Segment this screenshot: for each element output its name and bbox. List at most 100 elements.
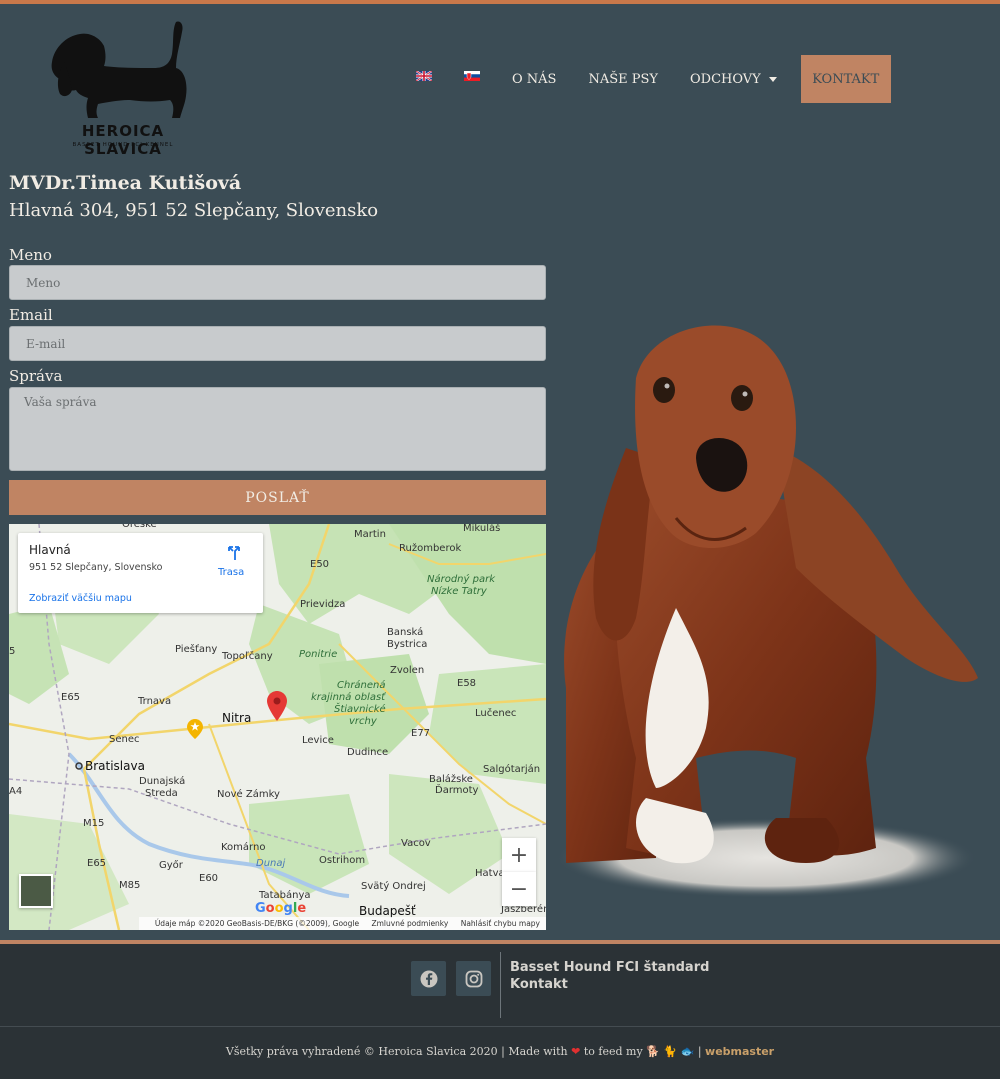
submit-button[interactable]: POSLAŤ xyxy=(9,480,546,515)
copyright-separator: | xyxy=(697,1045,702,1058)
map-place: Hatva xyxy=(475,868,505,879)
map-place: Banská xyxy=(387,627,424,638)
webmaster-link[interactable]: webmaster xyxy=(705,1045,774,1058)
nav-item-o-nas[interactable]: O NÁS xyxy=(496,72,572,87)
footer-divider xyxy=(500,952,501,1018)
map-place: Prievidza xyxy=(300,599,346,610)
star-pin-icon xyxy=(187,719,203,739)
fci-standard-link[interactable]: Basset Hound FCI štandard xyxy=(510,960,709,975)
email-label: Email xyxy=(9,306,53,324)
basset-silhouette-icon xyxy=(51,21,187,118)
logo-wordmark: HEROICA SLAVICA xyxy=(81,122,165,158)
map-card-title: Hlavná xyxy=(29,543,71,557)
copyright-text: Všetky práva vyhradené © Heroica Slavica… xyxy=(0,1045,1000,1058)
dog-icon: 🐕 xyxy=(646,1045,660,1058)
email-input[interactable] xyxy=(9,326,546,361)
google-map[interactable]: Orešké Martin Mikuláš Ružomberok Národný… xyxy=(9,524,546,930)
google-logo: Google xyxy=(255,901,307,916)
directions-icon[interactable] xyxy=(226,545,242,561)
site-logo[interactable]: HEROICA SLAVICA BASSET HOUND FCI KENNEL xyxy=(48,18,198,158)
basset-hound-photo xyxy=(556,325,978,898)
map-report-link[interactable]: Nahlásiť chybu mapy xyxy=(461,919,540,928)
cat-icon: 🐈 xyxy=(663,1045,678,1058)
facebook-button[interactable] xyxy=(411,961,446,996)
nav-item-odchovy[interactable]: ODCHOVY xyxy=(674,72,793,87)
map-place: Národný park xyxy=(427,574,495,585)
map-place: Nízke Tatry xyxy=(431,586,487,597)
footer-contact-link[interactable]: Kontakt xyxy=(510,977,568,992)
main-nav: O NÁS NAŠE PSY ODCHOVY KONTAKT xyxy=(400,55,891,103)
map-place: Svätý Ondrej xyxy=(361,881,426,892)
map-place: E50 xyxy=(310,559,330,570)
map-place: Dunaj xyxy=(256,858,286,869)
chevron-down-icon xyxy=(768,76,777,82)
slovak-flag-icon[interactable] xyxy=(464,71,480,81)
map-place: Dudince xyxy=(347,747,389,758)
map-place: Ponitrie xyxy=(299,649,338,660)
map-place: Balážske xyxy=(429,774,473,785)
map-place: E77 xyxy=(411,728,431,739)
map-place: Dunajská xyxy=(139,776,186,787)
map-place: Mikuláš xyxy=(463,524,501,534)
nav-item-nase-psy[interactable]: NAŠE PSY xyxy=(572,72,674,87)
map-place: Bratislava xyxy=(85,759,145,773)
map-pin-icon[interactable] xyxy=(267,691,287,723)
map-place: M15 xyxy=(83,818,105,829)
message-label: Správa xyxy=(9,367,63,385)
copyright-middle: to feed my xyxy=(583,1045,643,1058)
map-place: Ďarmoty xyxy=(435,785,479,796)
name-input[interactable] xyxy=(9,265,546,300)
map-place: Budapešť xyxy=(359,904,416,918)
map-place: Zvolen xyxy=(390,665,425,676)
map-place: Levice xyxy=(302,735,334,746)
map-place: M85 xyxy=(119,880,141,891)
instagram-icon xyxy=(465,970,482,987)
map-card-address: 951 52 Slepčany, Slovensko xyxy=(29,562,163,573)
map-place: E60 xyxy=(199,873,219,884)
nav-item-odchovy-label: ODCHOVY xyxy=(690,71,761,87)
logo-tagline: BASSET HOUND FCI KENNEL xyxy=(72,142,174,148)
map-place: Topoľčany xyxy=(222,651,273,662)
contact-address: Hlavná 304, 951 52 Slepčany, Slovensko xyxy=(9,200,379,221)
larger-map-link[interactable]: Zobraziť väčšiu mapu xyxy=(29,593,132,604)
map-place: Streda xyxy=(145,788,178,799)
instagram-button[interactable] xyxy=(456,961,491,996)
name-label: Meno xyxy=(9,246,52,264)
facebook-icon xyxy=(420,970,437,987)
map-place: Martin xyxy=(354,529,386,540)
map-place: 5 xyxy=(9,646,16,657)
map-place: Ostrihom xyxy=(319,855,366,866)
map-place: Piešťany xyxy=(175,644,218,655)
map-place: Vacov xyxy=(401,838,431,849)
contact-name: MVDr.Timea Kutišová xyxy=(9,172,242,194)
zoom-in-button[interactable]: + xyxy=(502,838,536,872)
map-place: Senec xyxy=(109,734,140,745)
site-footer: Basset Hound FCI štandard Kontakt xyxy=(0,944,1000,1026)
map-place: Tatabánya xyxy=(259,890,311,901)
heart-icon: ❤ xyxy=(571,1045,581,1058)
nav-item-kontakt[interactable]: KONTAKT xyxy=(800,55,891,103)
map-place: Nové Zámky xyxy=(217,789,280,800)
map-terms-link[interactable]: Zmluvné podmienky xyxy=(371,919,448,928)
copyright-bar: Všetky práva vyhradené © Heroica Slavica… xyxy=(0,1026,1000,1079)
map-place: Štiavnické xyxy=(334,704,386,715)
satellite-toggle-button[interactable] xyxy=(19,874,53,908)
message-textarea[interactable] xyxy=(9,387,546,471)
copyright-prefix: Všetky práva vyhradené © Heroica Slavica… xyxy=(225,1045,568,1058)
directions-label[interactable]: Trasa xyxy=(218,567,244,578)
map-info-card: Hlavná 951 52 Slepčany, Slovensko Zobraz… xyxy=(18,533,263,613)
uk-flag-icon[interactable] xyxy=(416,71,432,81)
map-place: Salgótarján xyxy=(483,764,541,775)
top-accent-border xyxy=(0,0,1000,4)
map-place: E65 xyxy=(61,692,81,703)
fish-icon: 🐟 xyxy=(680,1045,695,1058)
map-place: Lučenec xyxy=(475,708,517,719)
map-place: E65 xyxy=(87,858,107,869)
map-place: Nitra xyxy=(222,711,252,725)
map-data-credit: Údaje máp ©2020 GeoBasis-DE/BKG (©2009),… xyxy=(154,919,360,928)
map-place: vrchy xyxy=(349,716,377,727)
map-place: Komárno xyxy=(221,842,266,853)
zoom-out-button[interactable]: − xyxy=(502,872,536,906)
map-place: Ružomberok xyxy=(399,543,462,554)
map-place: Győr xyxy=(159,860,183,871)
